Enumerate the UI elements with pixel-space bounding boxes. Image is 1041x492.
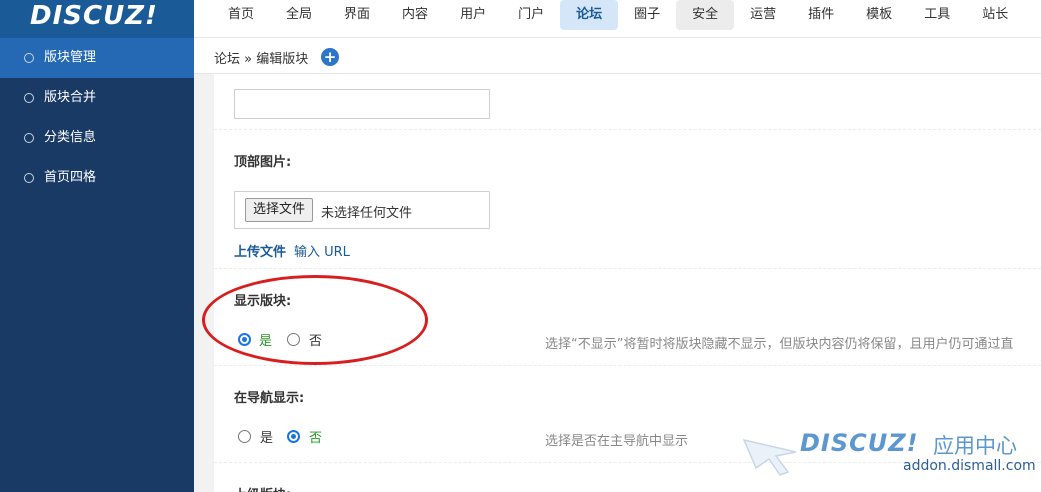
- enter-url-link[interactable]: 输入 URL: [294, 241, 350, 260]
- watermark: DISCUZ! 应用中心 addon.dismall.com: [742, 428, 1036, 480]
- nav-item-forum[interactable]: 论坛: [560, 0, 619, 30]
- sidebar-item-forum-manage[interactable]: 版块管理: [0, 38, 194, 78]
- nav-item-users[interactable]: 用户: [444, 0, 502, 30]
- nav-item-group[interactable]: 圈子: [618, 0, 676, 30]
- circle-icon: [24, 93, 34, 103]
- watermark-brand: DISCUZ!: [800, 429, 919, 457]
- nav-item-admin[interactable]: 站长: [966, 0, 1024, 30]
- breadcrumb: 论坛 » 编辑版块 +: [194, 38, 1041, 74]
- upload-file-link[interactable]: 上传文件: [234, 241, 286, 260]
- nav-item-portal[interactable]: 门户: [502, 0, 560, 30]
- nav-item-tools[interactable]: 工具: [908, 0, 966, 30]
- sidebar-item-label: 版块管理: [44, 50, 97, 65]
- show-in-nav-no-radio[interactable]: [287, 430, 300, 443]
- nav-item-global[interactable]: 全局: [270, 0, 328, 30]
- nav-item-home[interactable]: 首页: [212, 0, 270, 30]
- file-input[interactable]: 选择文件 未选择任何文件: [234, 191, 490, 229]
- nav-item-templates[interactable]: 模板: [850, 0, 908, 30]
- nav-item-interface[interactable]: 界面: [328, 0, 386, 30]
- annotation-ellipse: [202, 275, 428, 365]
- parent-forum-label: 上级版块:: [234, 484, 291, 492]
- breadcrumb-text: 论坛 » 编辑版块: [214, 52, 309, 67]
- sidebar-item-category-info[interactable]: 分类信息: [0, 118, 194, 158]
- sidebar-item-label: 分类信息: [44, 130, 97, 145]
- sidebar: 版块管理 版块合并 分类信息 首页四格: [0, 38, 194, 492]
- divider: [214, 365, 1041, 366]
- circle-icon: [24, 173, 34, 183]
- show-in-nav-label: 在导航显示:: [234, 391, 305, 406]
- sidebar-item-forum-merge[interactable]: 版块合并: [0, 78, 194, 118]
- show-in-nav-no-label[interactable]: 否: [309, 427, 322, 446]
- sidebar-item-home-grid[interactable]: 首页四格: [0, 158, 194, 198]
- show-forum-hint: 选择“不显示”将暂时将版块隐藏不显示，但版块内容仍将保留，且用户仍可通过直: [545, 337, 1014, 352]
- arrow-cursor-icon: [742, 438, 797, 476]
- show-in-nav-hint: 选择是否在主导航中显示: [545, 434, 689, 449]
- nav-item-operations[interactable]: 运营: [734, 0, 792, 30]
- main-nav: 首页 全局 界面 内容 用户 门户 论坛 圈子 安全 运营 插件 模板 工具 站长: [212, 0, 1024, 38]
- divider: [214, 268, 1041, 269]
- top-image-label: 顶部图片:: [234, 155, 292, 170]
- nav-item-content[interactable]: 内容: [386, 0, 444, 30]
- sidebar-item-label: 首页四格: [44, 170, 97, 185]
- show-in-nav-yes-label[interactable]: 是: [260, 427, 273, 446]
- show-in-nav-yes-radio[interactable]: [238, 430, 251, 443]
- add-icon[interactable]: +: [321, 48, 339, 66]
- watermark-url: addon.dismall.com: [903, 458, 1036, 474]
- file-status-text: 未选择任何文件: [321, 206, 413, 221]
- top-header: DISCUZ! 首页 全局 界面 内容 用户 门户 论坛 圈子 安全 运营 插件 模板 工具 站长: [0, 0, 1041, 38]
- nav-item-plugins[interactable]: 插件: [792, 0, 850, 30]
- circle-icon: [24, 53, 34, 63]
- logo[interactable]: DISCUZ!: [0, 0, 194, 38]
- sidebar-item-label: 版块合并: [44, 90, 97, 105]
- circle-icon: [24, 133, 34, 143]
- divider: [214, 129, 1041, 130]
- choose-file-button[interactable]: 选择文件: [245, 198, 314, 222]
- watermark-center: 应用中心: [933, 434, 1017, 458]
- nav-item-security[interactable]: 安全: [676, 0, 735, 30]
- text-input[interactable]: [234, 89, 490, 119]
- logo-text: DISCUZ!: [30, 1, 158, 31]
